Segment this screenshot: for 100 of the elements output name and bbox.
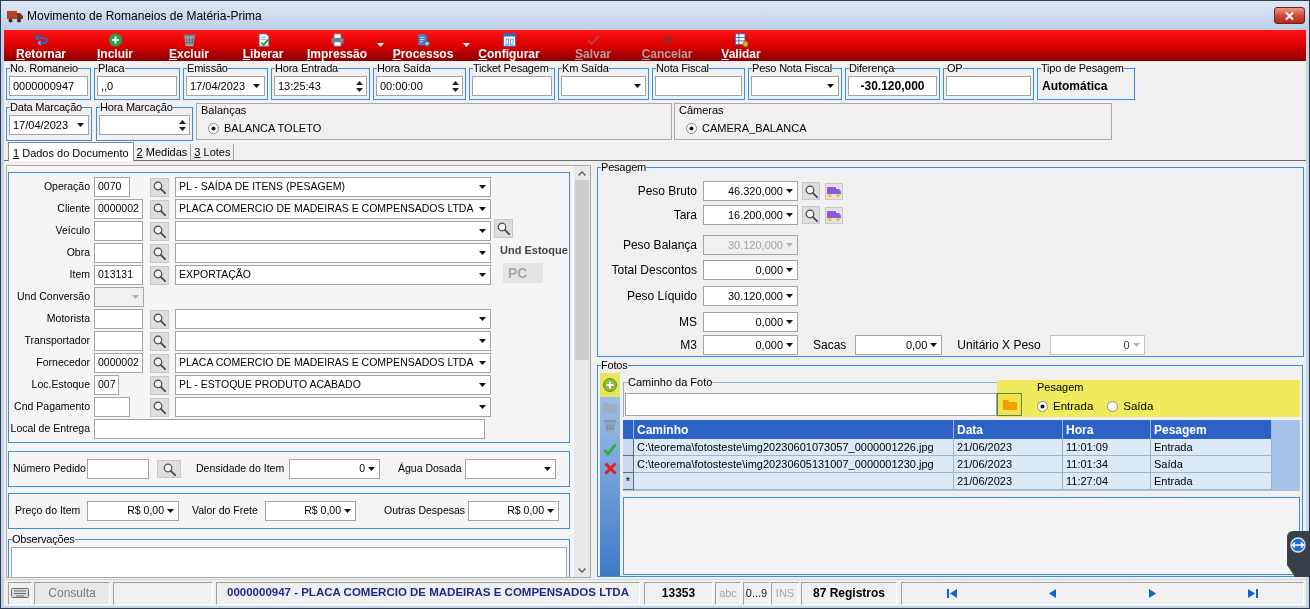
column-header[interactable]: Data <box>954 420 1063 439</box>
input-field[interactable] <box>655 76 742 96</box>
triangle-right-icon[interactable] <box>1149 588 1157 598</box>
close-button[interactable] <box>1274 7 1305 24</box>
dropdown[interactable]: R$ 0,00 <box>87 501 179 521</box>
search-button[interactable] <box>802 206 820 224</box>
caret-icon[interactable] <box>786 343 793 347</box>
code-field[interactable] <box>94 243 143 263</box>
dropdown[interactable]: 0,00 <box>855 335 943 355</box>
input-field[interactable] <box>94 419 485 439</box>
dropdown[interactable]: R$ 0,00 <box>265 501 356 521</box>
caret-icon[interactable] <box>167 509 174 513</box>
caret-icon[interactable] <box>479 405 486 409</box>
chevron-down-icon[interactable] <box>578 568 586 573</box>
toolbar-button[interactable]: Processos <box>386 30 460 60</box>
caret-icon[interactable] <box>479 317 486 321</box>
caret-icon[interactable] <box>786 189 793 193</box>
code-field[interactable]: 013131 <box>94 265 143 285</box>
toolbar-button[interactable]: Incluir <box>78 30 152 60</box>
dropdown[interactable]: PLACA COMERCIO DE MADEIRAS E COMPENSADOS LTDA <box>175 199 491 219</box>
dropdown[interactable]: 17/04/2023 <box>9 115 89 135</box>
caret-icon[interactable] <box>786 268 793 272</box>
toolbar-button[interactable]: Excluir <box>152 30 226 60</box>
search-button[interactable] <box>494 219 513 238</box>
folder-button[interactable] <box>997 393 1022 416</box>
check-icon[interactable] <box>603 443 617 456</box>
caret-icon[interactable] <box>786 213 793 217</box>
input-field[interactable]: 0000000947 <box>9 76 88 96</box>
input-field[interactable] <box>625 393 997 416</box>
tab[interactable]: 3 Lotes <box>191 144 235 160</box>
dropdown[interactable]: 0,000 <box>703 335 798 355</box>
spin-arrows-icon[interactable] <box>356 79 363 93</box>
input-field[interactable]: ,,0 <box>97 76 177 96</box>
scrollbar[interactable] <box>574 166 590 577</box>
code-field[interactable] <box>94 309 143 329</box>
toolbar-button[interactable]: Configurar <box>472 30 546 60</box>
radio-icon[interactable] <box>686 122 697 134</box>
dropdown[interactable]: EXPORTAÇÃO <box>175 265 491 285</box>
caret-icon[interactable] <box>368 467 375 471</box>
search-button[interactable] <box>150 397 169 417</box>
search-button[interactable] <box>150 177 169 197</box>
search-button[interactable] <box>150 199 169 219</box>
code-field[interactable]: 0000002 <box>94 353 143 373</box>
column-header[interactable]: Pesagem <box>1151 420 1272 439</box>
caret-icon[interactable] <box>344 509 351 513</box>
search-button[interactable] <box>150 265 169 285</box>
search-button[interactable] <box>150 375 169 395</box>
time-field[interactable] <box>99 115 190 135</box>
caret-icon[interactable] <box>479 383 486 387</box>
dropdown[interactable]: 46.320,000 <box>703 181 798 201</box>
input-field[interactable] <box>472 76 552 96</box>
triangle-left-icon[interactable] <box>1048 588 1056 598</box>
radio-option[interactable]: Saída <box>1107 398 1154 416</box>
caret-icon[interactable] <box>634 84 641 88</box>
code-field[interactable]: 007 <box>94 375 119 395</box>
caret-icon[interactable] <box>544 467 551 471</box>
toolbar-button[interactable]: Validar <box>704 30 778 60</box>
time-field[interactable]: 13:25:43 <box>274 76 367 96</box>
radio-icon[interactable] <box>1037 401 1048 413</box>
caret-icon[interactable] <box>479 273 486 277</box>
tab[interactable]: 2 Medidas <box>133 144 192 160</box>
radio-option[interactable]: Entrada <box>1037 398 1094 416</box>
row-indicator[interactable] <box>623 456 634 473</box>
column-header[interactable]: Caminho <box>634 420 954 439</box>
caret-icon[interactable] <box>786 320 793 324</box>
chevron-up-icon[interactable] <box>578 171 586 176</box>
dropdown[interactable]: 0,000 <box>703 260 798 280</box>
time-field[interactable]: 00:00:00 <box>376 76 463 96</box>
caret-icon[interactable] <box>77 123 84 127</box>
dropdown[interactable]: 17/04/2023 <box>186 76 265 96</box>
search-button[interactable] <box>802 182 820 200</box>
code-field[interactable] <box>94 397 130 417</box>
caret-icon[interactable] <box>547 509 554 513</box>
scrollbar-thumb[interactable] <box>575 180 589 360</box>
search-button[interactable] <box>150 353 169 373</box>
caret-icon[interactable] <box>253 84 260 88</box>
input-field[interactable] <box>946 76 1031 96</box>
search-button[interactable] <box>150 309 169 329</box>
notes-field[interactable] <box>11 547 567 577</box>
dropdown[interactable]: 16.200,000 <box>703 205 798 225</box>
dropdown[interactable]: PL - ESTOQUE PRODUTO ACABADO <box>175 375 491 395</box>
input-field[interactable] <box>87 459 149 479</box>
row-indicator[interactable]: * <box>623 473 634 490</box>
tab[interactable]: 1 Dados do Documento <box>8 142 134 161</box>
skip-end-icon[interactable] <box>1247 588 1258 598</box>
spin-arrows-icon[interactable] <box>452 79 459 93</box>
caret-icon[interactable] <box>479 185 486 189</box>
truck-icon[interactable] <box>825 182 843 200</box>
caret-icon[interactable] <box>930 343 938 347</box>
truck-icon[interactable] <box>825 206 843 224</box>
dropdown[interactable]: R$ 0,00 <box>468 501 559 521</box>
spin-arrows-icon[interactable] <box>179 118 186 132</box>
caret-icon[interactable] <box>786 294 793 298</box>
code-field[interactable] <box>94 221 143 241</box>
toolbar-button[interactable]: Impressão <box>300 30 374 60</box>
dropdown[interactable]: 0 <box>289 459 380 479</box>
dropdown[interactable]: PLACA COMERCIO DE MADEIRAS E COMPENSADOS LTDA <box>175 353 491 373</box>
toolbar-button[interactable]: Liberar <box>226 30 300 60</box>
dropdown[interactable]: 30.120,000 <box>703 286 798 306</box>
radio-option[interactable]: CAMERA_BALANCA <box>686 120 807 137</box>
